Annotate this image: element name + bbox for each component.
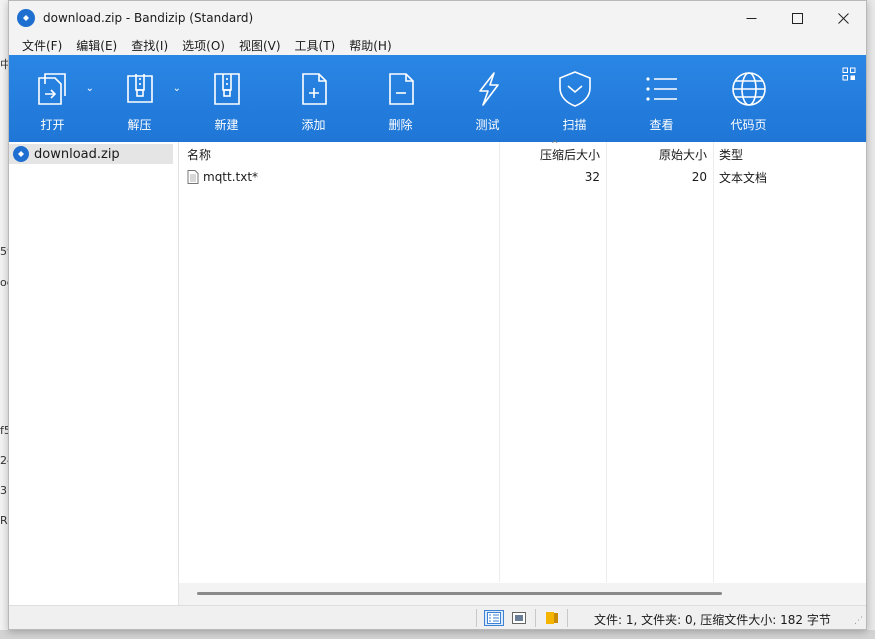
new-archive-button[interactable]: 新建 — [183, 55, 270, 142]
column-header-type[interactable]: 类型 — [713, 142, 853, 166]
status-summary: 文件: 1, 文件夹: 0, 压缩文件大小: 182 字节 — [594, 613, 831, 627]
preview-pane-button[interactable] — [509, 610, 529, 626]
open-button[interactable]: 打开 ⌄ — [9, 55, 96, 142]
sort-ascending-icon: ^ — [551, 140, 559, 150]
menu-tools[interactable]: 工具(T) — [288, 37, 343, 54]
status-bar: 文件: 1, 文件夹: 0, 压缩文件大小: 182 字节 ⋰ — [9, 605, 866, 629]
file-list-panel: 名称 ^ 压缩后大小 原始大小 类型 mqtt.txt* 32 20 文本文档 — [179, 140, 866, 605]
folder-tree-panel: download.zip — [9, 142, 179, 605]
column-header-packed-size[interactable]: ^ 压缩后大小 — [499, 140, 606, 166]
menu-help[interactable]: 帮助(H) — [342, 37, 398, 54]
bandizip-window: download.zip - Bandizip (Standard) 文件(F)… — [8, 0, 867, 630]
details-view-button[interactable] — [484, 610, 504, 626]
folder-panel-button[interactable] — [542, 610, 562, 626]
maximize-icon — [791, 12, 803, 24]
close-button[interactable] — [820, 1, 866, 35]
main-content: download.zip 名称 ^ 压缩后大小 原始大小 类型 mqtt.txt… — [9, 140, 866, 605]
status-divider — [476, 609, 477, 627]
extract-button-label: 解压 — [127, 118, 152, 132]
extract-icon — [120, 69, 160, 109]
column-header-original-size[interactable]: 原始大小 — [606, 142, 713, 166]
column-divider[interactable] — [606, 142, 607, 582]
add-button[interactable]: 添加 — [270, 55, 357, 142]
layout-grid-icon[interactable] — [842, 67, 856, 81]
minimize-icon — [746, 17, 756, 19]
view-button[interactable]: 查看 — [618, 55, 705, 142]
main-toolbar: 打开 ⌄ 解压 ⌄ 新建 添加 删除 测试 扫描 查看 代码页 — [9, 55, 866, 142]
codepage-globe-icon — [729, 69, 769, 109]
menu-bar: 文件(F) 编辑(E) 查找(I) 选项(O) 视图(V) 工具(T) 帮助(H… — [9, 35, 866, 55]
text-file-icon — [187, 170, 199, 184]
open-archive-icon — [33, 69, 73, 109]
horizontal-scrollbar[interactable] — [179, 583, 866, 605]
menu-options[interactable]: 选项(O) — [175, 37, 232, 54]
open-dropdown-chevron-down-icon[interactable]: ⌄ — [86, 83, 94, 94]
table-row[interactable]: mqtt.txt* 32 20 文本文档 — [179, 166, 866, 188]
menu-edit[interactable]: 编辑(E) — [69, 37, 124, 54]
view-list-icon — [642, 69, 682, 109]
view-button-label: 查看 — [649, 118, 674, 132]
delete-button[interactable]: 删除 — [357, 55, 444, 142]
codepage-button-label: 代码页 — [730, 118, 767, 132]
new-archive-button-label: 新建 — [214, 118, 239, 132]
minimize-button[interactable] — [728, 1, 774, 35]
preview-pane-icon — [512, 612, 526, 624]
window-title: download.zip - Bandizip (Standard) — [43, 11, 254, 25]
menu-find[interactable]: 查找(I) — [124, 37, 175, 54]
delete-button-label: 删除 — [388, 118, 413, 132]
column-header-name[interactable]: 名称 — [179, 142, 499, 166]
details-view-icon — [487, 612, 501, 624]
resize-grip-icon[interactable]: ⋰ — [854, 616, 863, 626]
scrollbar-thumb[interactable] — [197, 592, 722, 595]
menu-file[interactable]: 文件(F) — [15, 37, 69, 54]
background-taskbar-edge — [0, 630, 875, 639]
tree-item-download-zip[interactable]: download.zip — [9, 144, 173, 164]
folder-panel-icon — [546, 612, 558, 624]
file-type: 文本文档 — [719, 170, 768, 185]
scan-button-label: 扫描 — [562, 118, 587, 132]
codepage-button[interactable]: 代码页 — [705, 55, 792, 142]
archive-icon — [13, 146, 29, 162]
bandizip-app-icon — [17, 9, 35, 27]
delete-file-icon — [381, 69, 421, 109]
file-name: mqtt.txt* — [203, 170, 259, 184]
close-icon — [837, 12, 849, 24]
status-divider — [535, 609, 536, 627]
column-divider[interactable] — [499, 142, 500, 582]
title-bar[interactable]: download.zip - Bandizip (Standard) — [9, 1, 866, 35]
test-button[interactable]: 测试 — [444, 55, 531, 142]
new-archive-icon — [207, 69, 247, 109]
file-name-cell: mqtt.txt* — [179, 166, 499, 188]
test-button-label: 测试 — [475, 118, 500, 132]
file-list-header: 名称 ^ 压缩后大小 原始大小 类型 — [179, 140, 866, 166]
test-lightning-icon — [468, 69, 508, 109]
menu-view[interactable]: 视图(V) — [232, 37, 288, 54]
column-header-packed-size-label: 压缩后大小 — [539, 147, 600, 162]
scan-button[interactable]: 扫描 — [531, 55, 618, 142]
file-original-size: 20 — [691, 170, 707, 184]
column-divider[interactable] — [713, 142, 714, 582]
extract-dropdown-chevron-down-icon[interactable]: ⌄ — [173, 83, 181, 94]
file-packed-size: 32 — [584, 170, 600, 184]
scan-shield-icon — [555, 69, 595, 109]
extract-button[interactable]: 解压 ⌄ — [96, 55, 183, 142]
tree-item-label: download.zip — [34, 146, 120, 162]
add-button-label: 添加 — [301, 118, 326, 132]
background-text-fragment: 3 — [0, 484, 7, 497]
add-file-icon — [294, 69, 334, 109]
status-divider — [567, 609, 568, 627]
background-text-fragment: R — [0, 514, 8, 527]
open-button-label: 打开 — [40, 118, 65, 132]
maximize-button[interactable] — [774, 1, 820, 35]
